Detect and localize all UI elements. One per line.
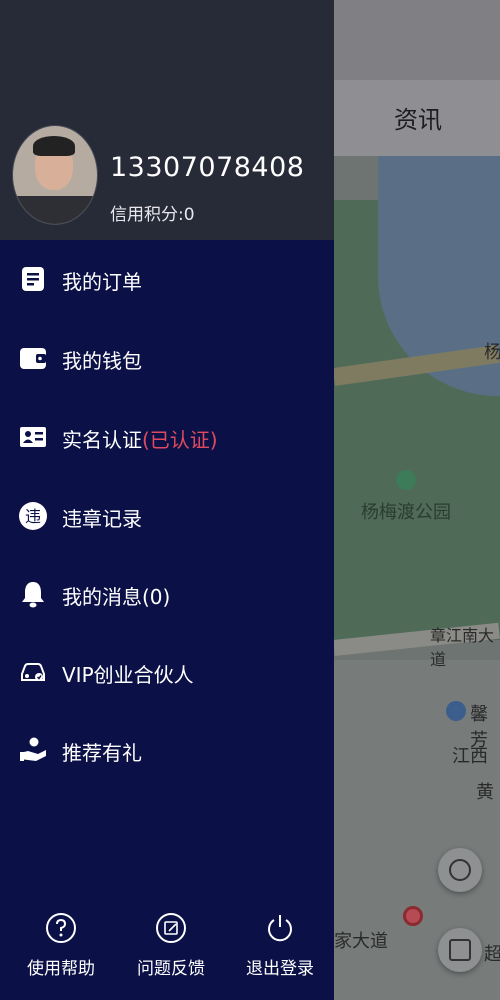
svg-text:违: 违 (25, 507, 41, 526)
wallet-icon (20, 348, 46, 369)
menu-item-referral[interactable]: 推荐有礼 (0, 717, 334, 781)
feedback-icon (156, 913, 186, 943)
avatar-hair (33, 136, 75, 156)
scan-button[interactable] (438, 928, 482, 972)
scan-icon (449, 939, 471, 961)
park-pin-icon (396, 470, 416, 490)
menu-item-orders[interactable]: 我的订单 (0, 246, 334, 310)
menu-item-verification[interactable]: 实名认证(已认证) (0, 404, 334, 468)
map-label: 杨 (484, 342, 500, 363)
map-label: 家大道 (334, 931, 388, 952)
id-card-icon (20, 427, 46, 447)
gift-icon (20, 737, 46, 761)
violation-icon: 违 (19, 502, 47, 530)
park-label: 杨梅渡公园 (361, 502, 451, 523)
help-icon (46, 913, 76, 943)
user-phone: 13307078408 (110, 152, 305, 183)
logout-label: 退出登录 (246, 959, 314, 979)
header-title: 资讯 (394, 106, 442, 134)
bell-icon (22, 582, 44, 608)
menu-item-vip-partner[interactable]: VIP创业合伙人 (0, 639, 334, 703)
menu-label: 我的钱包 (62, 349, 142, 373)
metro-icon (403, 906, 423, 926)
locate-icon (449, 859, 471, 881)
menu-label: 我的消息(0) (62, 585, 171, 609)
feedback-button[interactable]: 问题反馈 (126, 912, 216, 992)
map-label: 超 (484, 944, 500, 965)
credit-score: 信用积分:0 (110, 205, 195, 225)
verified-badge: (已认证) (142, 428, 218, 452)
menu-label: VIP创业合伙人 (62, 663, 194, 687)
menu-label-group: 实名认证(已认证) (62, 424, 218, 453)
menu-item-wallet[interactable]: 我的钱包 (0, 325, 334, 389)
map-label: 黄 (476, 782, 494, 803)
road-label: 章江南大道 (430, 626, 495, 669)
document-icon (22, 267, 44, 291)
map-label: 江西 (452, 746, 488, 767)
menu-label: 实名认证 (62, 428, 142, 452)
avatar[interactable] (12, 125, 98, 225)
poi-icon (446, 701, 466, 721)
logout-button[interactable]: 退出登录 (235, 912, 325, 992)
menu-item-violations[interactable]: 违 违章记录 (0, 483, 334, 547)
locate-button[interactable] (438, 848, 482, 892)
profile-header: 13307078408 信用积分:0 (0, 0, 334, 240)
menu-label: 推荐有礼 (62, 741, 142, 765)
power-icon (268, 915, 292, 942)
side-drawer: 13307078408 信用积分:0 我的订单 我的钱包 实名认证(已认证) 违… (0, 0, 334, 1000)
status-bar-area (334, 0, 500, 80)
car-icon (21, 663, 45, 681)
help-button[interactable]: 使用帮助 (16, 912, 106, 992)
menu-item-messages[interactable]: 我的消息(0) (0, 561, 334, 625)
menu-label: 我的订单 (62, 270, 142, 294)
menu-label: 违章记录 (62, 507, 142, 531)
feedback-label: 问题反馈 (137, 959, 205, 979)
avatar-shirt (13, 196, 97, 224)
help-label: 使用帮助 (27, 959, 95, 979)
